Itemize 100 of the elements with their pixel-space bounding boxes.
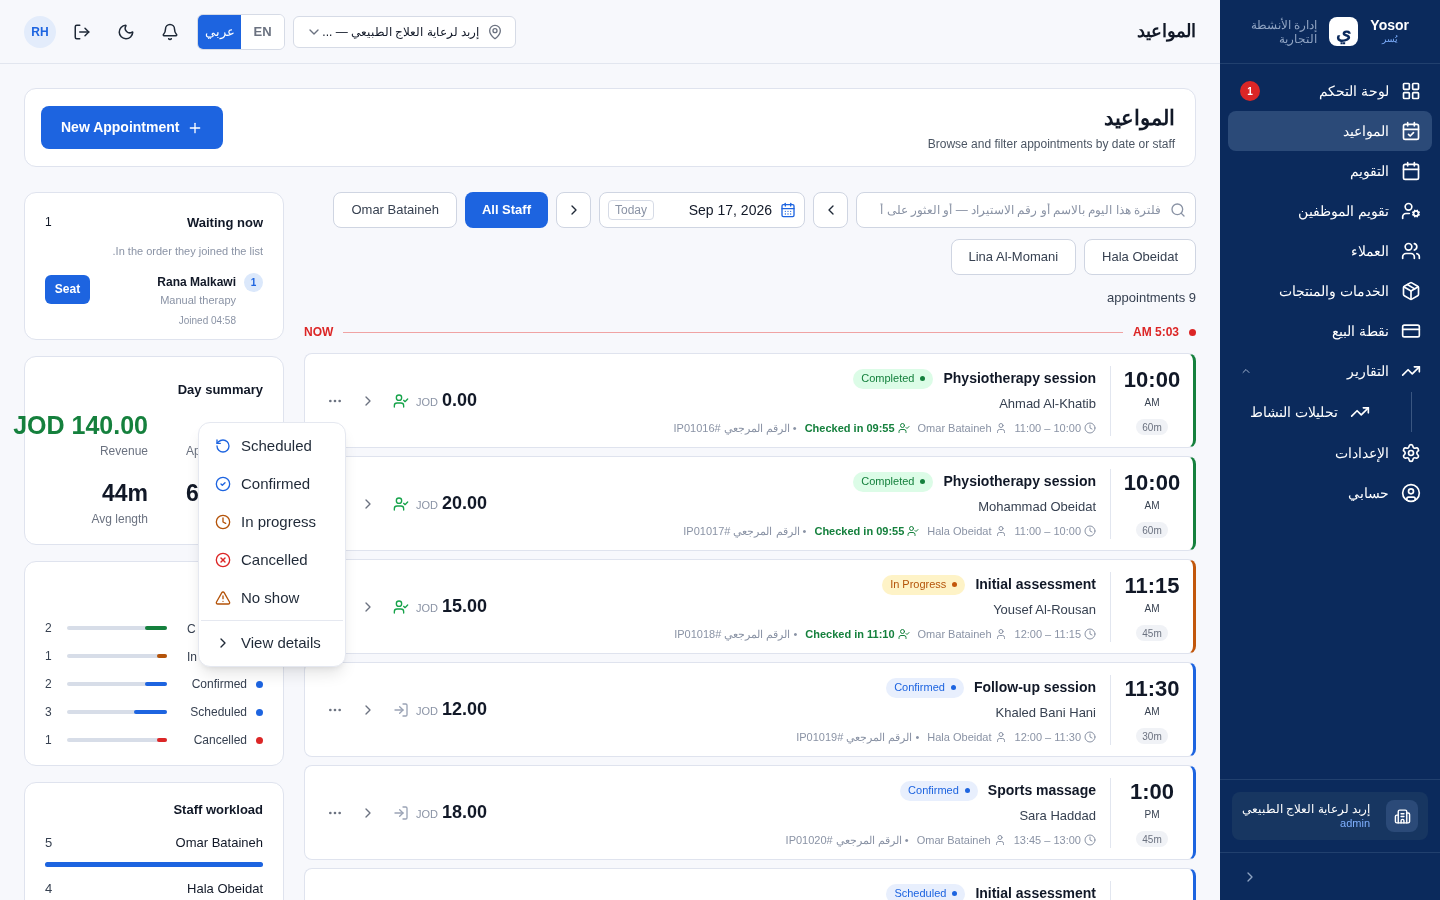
service-name: Manual therapy bbox=[160, 292, 236, 308]
staff-name: Omar Bataineh bbox=[175, 834, 263, 852]
status-badge: Confirmed bbox=[886, 677, 964, 698]
status-count: 1 bbox=[45, 648, 53, 665]
staff-name: Omar Bataineh bbox=[916, 832, 991, 848]
client-name: Ahmad Al-Khatib bbox=[999, 395, 1096, 413]
appointment-time: 1:00 bbox=[1129, 778, 1174, 806]
time-range: 11:00 – 10:00 bbox=[1014, 523, 1081, 539]
service-title: Initial assessment bbox=[975, 575, 1096, 594]
reference-number: • الرقم المرجعي #IP01020 bbox=[785, 832, 909, 848]
checked-in-time: Checked in 09:55 bbox=[814, 523, 905, 539]
status-badge: In Progress bbox=[882, 574, 966, 595]
time-period: PM bbox=[1144, 808, 1160, 822]
time-range: 12:00 – 11:30 bbox=[1014, 729, 1081, 745]
reference-number: • الرقم المرجعي #IP01017 bbox=[683, 523, 807, 539]
appointment-time: 10:00 bbox=[1123, 366, 1181, 394]
queue-position: 1 bbox=[244, 272, 263, 292]
now-label: NOW bbox=[304, 324, 334, 341]
appointment-time: 11:15 bbox=[1124, 572, 1180, 600]
status-count: 2 bbox=[45, 620, 53, 637]
appointments-count: appointments 9 bbox=[1107, 290, 1196, 305]
page-heading: المواعيد bbox=[1104, 104, 1175, 133]
client-name: Khaled Bani Hani bbox=[995, 704, 1096, 722]
organization-name: إربد لرعاية العلاج الطبيعي bbox=[1242, 802, 1370, 816]
page-subtitle: Browse and filter appointments by date or staff bbox=[927, 136, 1175, 154]
appointment-amount: 15.00 bbox=[442, 595, 488, 618]
currency-label: JOD bbox=[416, 601, 438, 616]
appointment-amount: 12.00 bbox=[442, 698, 488, 721]
workload-count: 5 bbox=[45, 834, 53, 852]
card-title: Staff workload bbox=[173, 802, 263, 817]
checked-in-time: Checked in 09:55 bbox=[804, 420, 895, 436]
duration-badge: 60m bbox=[1136, 522, 1168, 538]
status-label: Cancelled bbox=[193, 732, 247, 749]
stat-value: 44m bbox=[101, 479, 148, 508]
appointment-time: 10:00 bbox=[1123, 469, 1181, 497]
time-period: AM bbox=[1144, 602, 1160, 616]
status-badge: Scheduled bbox=[886, 883, 966, 900]
time-range: 12:00 – 11:15 bbox=[1014, 626, 1081, 642]
duration-badge: 60m bbox=[1136, 419, 1168, 435]
brand-tagline: التجارية bbox=[1279, 31, 1318, 46]
service-title: Sports massage bbox=[987, 781, 1096, 800]
time-period: AM bbox=[1144, 705, 1160, 719]
checked-in-time: Checked in 11:10 bbox=[805, 626, 895, 642]
organization-role: admin bbox=[1340, 816, 1370, 830]
duration-badge: 45m bbox=[1136, 625, 1168, 641]
client-name: Yousef Al-Rousan bbox=[993, 601, 1096, 619]
stat-label: Revenue bbox=[99, 443, 148, 460]
waiting-count: 1 bbox=[45, 214, 52, 231]
staff-name: Omar Bataineh bbox=[917, 420, 992, 436]
reference-number: • الرقم المرجعي #IP01018 bbox=[674, 626, 798, 642]
appointment-time: 11:30 bbox=[1124, 675, 1180, 703]
currency-label: JOD bbox=[416, 704, 438, 719]
duration-badge: 30m bbox=[1136, 728, 1168, 744]
status-badge: Completed bbox=[853, 368, 934, 389]
staff-name: Omar Bataineh bbox=[917, 626, 992, 642]
time-period: AM bbox=[1144, 396, 1160, 410]
logo-mark: ي bbox=[1329, 17, 1359, 46]
card-title: Day summary bbox=[177, 382, 263, 397]
joined-time: Joined 04:58 bbox=[178, 314, 236, 328]
stat-label: Avg length bbox=[91, 511, 148, 528]
brand-tagline: إدارة الأنشطة bbox=[1251, 17, 1318, 32]
service-title: Physiotherapy session bbox=[943, 369, 1096, 388]
staff-name: Hala Obeidat bbox=[187, 879, 263, 898]
status-label: Scheduled bbox=[190, 704, 247, 721]
service-title: Follow-up session bbox=[973, 678, 1096, 697]
currency-label: JOD bbox=[416, 498, 438, 513]
status-count: 1 bbox=[45, 732, 53, 749]
status-label: Confirmed bbox=[191, 676, 247, 693]
status-count: 2 bbox=[45, 676, 53, 693]
time-period: AM bbox=[1144, 499, 1160, 513]
appointment-amount: 20.00 bbox=[442, 492, 488, 515]
status-badge: Completed bbox=[853, 471, 934, 492]
card-subtitle: .In the order they joined the list bbox=[112, 244, 263, 257]
service-title: Physiotherapy session bbox=[943, 472, 1096, 491]
brand-arabic: يُسر bbox=[1381, 32, 1398, 46]
stat-value: 6 bbox=[186, 479, 199, 508]
service-title: Initial assessment bbox=[975, 884, 1096, 900]
status-badge: Confirmed bbox=[900, 780, 978, 801]
appointment-amount: 0.00 bbox=[442, 389, 478, 412]
client-name: Mohammad Obeidat bbox=[978, 498, 1096, 516]
now-time: AM 5:03 bbox=[1133, 324, 1179, 341]
reference-number: • الرقم المرجعي #IP01019 bbox=[796, 729, 920, 745]
staff-name: Hala Obeidat bbox=[927, 729, 992, 745]
status-label: C bbox=[187, 622, 196, 636]
date-value: Sep 17, 2026 bbox=[688, 200, 772, 220]
brand-name: Yosor bbox=[1370, 17, 1409, 32]
client-name: Rana Malkawi bbox=[157, 273, 236, 291]
workload-count: 4 bbox=[45, 879, 53, 898]
currency-label: JOD bbox=[416, 807, 438, 822]
time-range: 11:00 – 10:00 bbox=[1014, 420, 1081, 436]
status-count: 3 bbox=[45, 704, 53, 721]
stat-value: JOD 140.00 bbox=[13, 410, 148, 440]
time-range: 13:45 – 13:00 bbox=[1013, 832, 1081, 848]
card-title: Waiting now bbox=[186, 214, 263, 232]
status-label: In bbox=[187, 650, 197, 664]
notification-badge: 1 bbox=[1240, 81, 1260, 101]
currency-label: JOD bbox=[416, 395, 438, 410]
page-title: المواعيد bbox=[1137, 20, 1196, 44]
staff-name: Hala Obeidat bbox=[927, 523, 992, 539]
client-name: Sara Haddad bbox=[1019, 807, 1096, 825]
